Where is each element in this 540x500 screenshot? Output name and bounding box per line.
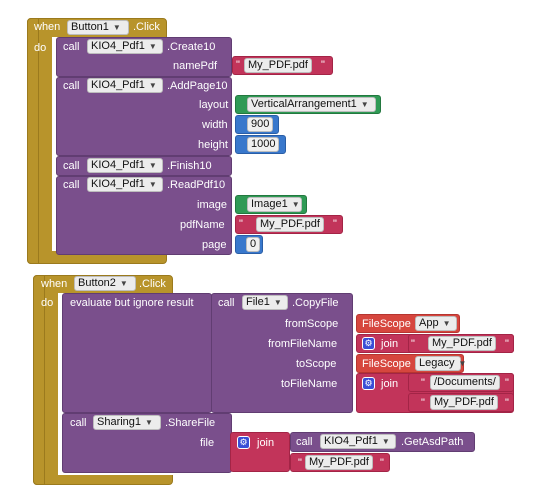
text-value-namepdf[interactable]: My_PDF.pdf	[244, 58, 312, 73]
param-image: image	[197, 199, 227, 211]
chevron-down-icon: ▼	[360, 100, 369, 109]
when-label: when	[34, 21, 61, 33]
chevron-down-icon: ▼	[458, 359, 467, 368]
chevron-down-icon: ▼	[148, 180, 157, 189]
param-pdfname: pdfName	[180, 219, 225, 231]
call-label: call	[296, 436, 313, 448]
scope-legacy-dropdown[interactable]: Legacy ▼	[415, 356, 466, 371]
kio4-dropdown-finish[interactable]: KIO4_Pdf1 ▼	[87, 158, 163, 173]
filescope-keyword: FileScope	[362, 318, 411, 330]
gear-icon[interactable]: ⚙	[362, 377, 375, 390]
param-toscope: toScope	[296, 358, 337, 370]
image1-dropdown[interactable]: Image1 ▼	[247, 197, 302, 212]
call-label: call	[218, 297, 235, 309]
file1-dropdown[interactable]: File1 ▼	[242, 295, 288, 310]
param-tofilename: toFileName	[281, 378, 338, 390]
join-label: join	[381, 378, 399, 390]
chevron-down-icon: ▼	[148, 161, 157, 170]
sharing1-dropdown[interactable]: Sharing1 ▼	[93, 415, 161, 430]
evaluate-ignore-block[interactable]	[62, 293, 212, 413]
chevron-down-icon: ▼	[442, 319, 451, 328]
call-label: call	[63, 179, 80, 191]
join-label: join	[381, 338, 399, 350]
param-namepdf: namePdf	[173, 60, 218, 72]
call-label: call	[63, 41, 80, 53]
chevron-down-icon: ▼	[381, 437, 390, 446]
text-value-pdfname[interactable]: My_PDF.pdf	[256, 217, 324, 232]
param-file: file	[200, 437, 215, 449]
method-create10: .Create10	[167, 41, 216, 53]
call-label: call	[63, 80, 80, 92]
chevron-down-icon: ▼	[112, 23, 121, 32]
text-value-share[interactable]: My_PDF.pdf	[305, 455, 373, 470]
method-finish10: .Finish10	[167, 160, 212, 172]
method-readpdf10: .ReadPdf10	[167, 179, 226, 191]
event-name: .Click	[133, 21, 160, 33]
kio4-dropdown-getasdpath[interactable]: KIO4_Pdf1 ▼	[320, 434, 396, 449]
do-label: do	[34, 42, 47, 54]
method-sharefile: .ShareFile	[165, 417, 216, 429]
verticalarrangement-dropdown[interactable]: VerticalArrangement1 ▼	[247, 97, 376, 112]
param-fromscope: fromScope	[285, 318, 339, 330]
call-label: call	[70, 417, 87, 429]
chevron-down-icon: ▼	[148, 42, 157, 51]
kio4-dropdown-create[interactable]: KIO4_Pdf1 ▼	[87, 39, 163, 54]
button2-dropdown[interactable]: Button2 ▼	[74, 276, 136, 291]
method-addpage10: .AddPage10	[167, 80, 228, 92]
param-page: page	[202, 239, 227, 251]
chevron-down-icon: ▼	[291, 200, 300, 209]
evaluate-label: evaluate but ignore result	[70, 297, 194, 309]
method-getasdpath: .GetAsdPath	[401, 436, 464, 448]
param-width: width	[202, 119, 228, 131]
join-label: join	[257, 437, 275, 449]
text-value-documents[interactable]: /Documents/	[430, 375, 500, 390]
page-value[interactable]: 0	[246, 237, 261, 252]
call-copyfile-block[interactable]	[211, 293, 353, 413]
gear-icon[interactable]: ⚙	[237, 436, 250, 449]
param-height: height	[198, 139, 228, 151]
filescope-keyword: FileScope	[362, 358, 411, 370]
height-value[interactable]: 1000	[247, 137, 280, 152]
width-value[interactable]: 900	[247, 117, 274, 132]
param-fromfilename: fromFileName	[268, 338, 338, 350]
chevron-down-icon: ▼	[145, 418, 153, 427]
do-label: do	[41, 297, 54, 309]
call-label: call	[63, 160, 80, 172]
param-layout: layout	[199, 99, 229, 111]
kio4-dropdown-addpage[interactable]: KIO4_Pdf1 ▼	[87, 78, 163, 93]
event-name: .Click	[139, 278, 166, 290]
kio4-dropdown-readpdf[interactable]: KIO4_Pdf1 ▼	[87, 177, 163, 192]
chevron-down-icon: ▼	[273, 298, 282, 307]
scope-app-dropdown[interactable]: App ▼	[415, 316, 457, 331]
chevron-down-icon: ▼	[148, 81, 157, 90]
chevron-down-icon: ▼	[119, 279, 128, 288]
text-value-toname[interactable]: My_PDF.pdf	[430, 395, 498, 410]
when-label: when	[41, 278, 68, 290]
method-copyfile: .CopyFile	[292, 297, 339, 309]
button1-dropdown[interactable]: Button1 ▼	[67, 20, 129, 35]
gear-icon[interactable]: ⚙	[362, 337, 375, 350]
text-value-fromname[interactable]: My_PDF.pdf	[428, 336, 496, 351]
